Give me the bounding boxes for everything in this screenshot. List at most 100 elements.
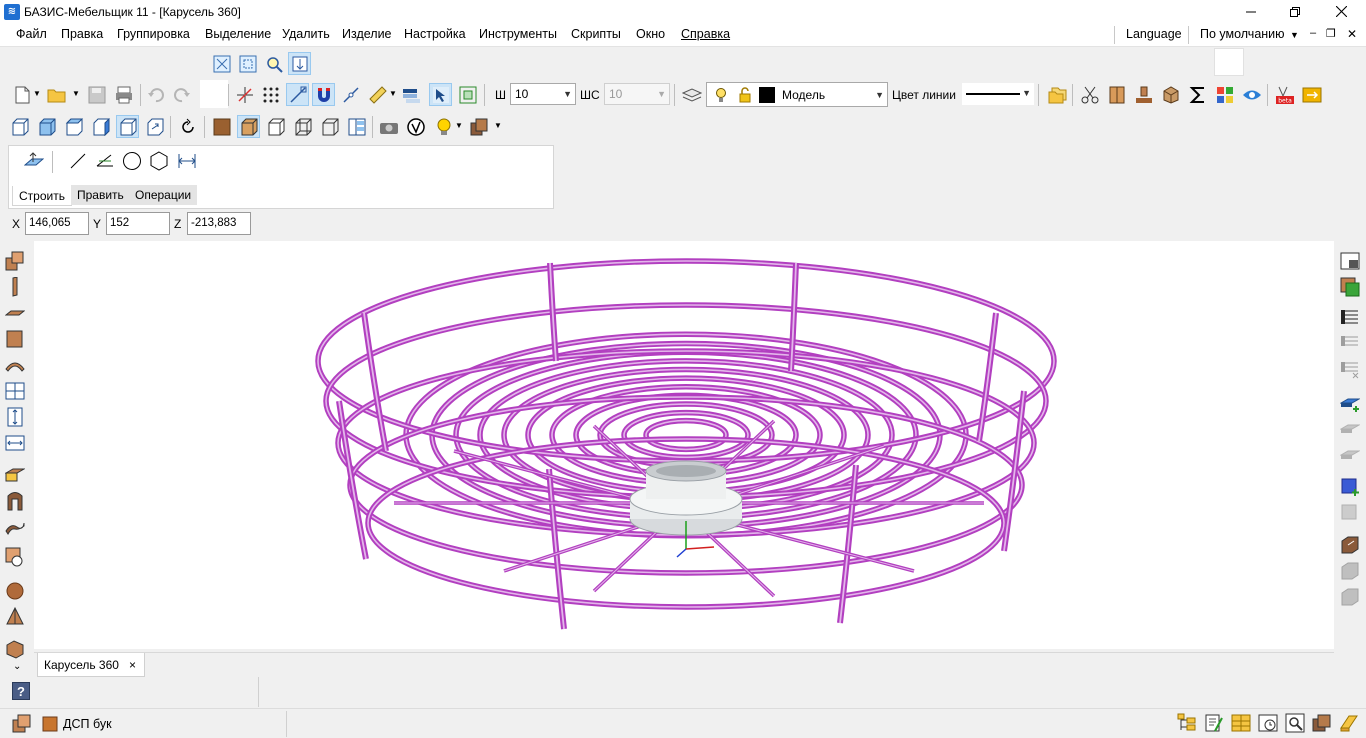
menu-edit[interactable]: Правка: [61, 27, 103, 41]
report-clock-icon[interactable]: [1257, 712, 1279, 734]
tab-close-icon[interactable]: ×: [129, 658, 136, 672]
materials-group-icon[interactable]: [467, 115, 490, 138]
ruler-dropdown-icon[interactable]: ▼: [389, 89, 397, 98]
materials-dropdown-icon[interactable]: ▼: [494, 121, 502, 130]
fastener-icon[interactable]: [1338, 305, 1362, 329]
close-button[interactable]: [1318, 0, 1364, 23]
menu-select[interactable]: Выделение: [205, 27, 271, 41]
layers-view-icon[interactable]: [399, 83, 422, 106]
profile-dropdown-icon[interactable]: ▼: [1290, 30, 1299, 40]
materials-icon[interactable]: [1213, 83, 1236, 106]
facing-remove-icon[interactable]: [1338, 501, 1362, 525]
tab-document[interactable]: Карусель 360 ×: [37, 653, 145, 677]
language-menu[interactable]: Language: [1126, 27, 1182, 41]
undo-icon[interactable]: [144, 83, 167, 106]
spec-edit-icon[interactable]: [1203, 712, 1225, 734]
menu-product[interactable]: Изделие: [342, 27, 392, 41]
edge-band-add-icon[interactable]: [1338, 391, 1362, 415]
restore-button[interactable]: [1272, 0, 1318, 23]
3d-viewport[interactable]: [34, 241, 1334, 649]
view-iso-icon[interactable]: [116, 115, 139, 138]
menu-tools[interactable]: Инструменты: [479, 27, 557, 41]
model-components-icon[interactable]: [1311, 712, 1333, 734]
new-dropdown-icon[interactable]: ▼: [33, 89, 41, 98]
snap-axes-icon[interactable]: [233, 83, 256, 106]
facing-add-icon[interactable]: [1338, 475, 1362, 499]
view-custom-icon[interactable]: [143, 115, 166, 138]
menu-window[interactable]: Окно: [636, 27, 665, 41]
y-coordinate-field[interactable]: 152: [106, 212, 170, 235]
lightbulb-icon[interactable]: [715, 87, 727, 106]
body-tool-icon[interactable]: [3, 637, 27, 661]
snap-line-icon[interactable]: [286, 83, 309, 106]
zoom-magnifier-icon[interactable]: [262, 52, 285, 75]
vertical-panel-icon[interactable]: [3, 275, 27, 299]
angle-line-tool-icon[interactable]: [93, 149, 116, 172]
curved-panel-icon[interactable]: [3, 353, 27, 377]
edge-band-edit-icon[interactable]: [1338, 417, 1362, 441]
menu-file[interactable]: Файл: [16, 27, 47, 41]
line-tool-icon[interactable]: [66, 149, 89, 172]
pan-icon[interactable]: [288, 52, 311, 75]
material-library-icon[interactable]: [12, 714, 32, 737]
check-icon[interactable]: [404, 115, 427, 138]
new-file-icon[interactable]: [10, 83, 33, 106]
fastener-add-icon[interactable]: [1338, 331, 1362, 355]
menu-scripts[interactable]: Скрипты: [571, 27, 621, 41]
edge-band-remove-icon[interactable]: [1338, 443, 1362, 467]
layer-select[interactable]: Модель ▼: [706, 82, 888, 107]
ruler-icon[interactable]: [366, 83, 389, 106]
help-icon[interactable]: ?: [12, 682, 30, 700]
zoom-window-icon[interactable]: [236, 52, 259, 75]
bent-panel-icon[interactable]: [3, 515, 27, 539]
notes-icon[interactable]: [1338, 712, 1360, 734]
vertical-divider-icon[interactable]: [3, 405, 27, 429]
sum-icon[interactable]: [1186, 83, 1209, 106]
menu-group[interactable]: Группировка: [117, 27, 190, 41]
minimize-button[interactable]: [1228, 0, 1274, 23]
more-tools-icon[interactable]: ⌄: [13, 661, 21, 672]
view-front-icon[interactable]: [8, 115, 31, 138]
drill-icon[interactable]: [1132, 83, 1155, 106]
add-to-library-icon[interactable]: [1338, 275, 1362, 299]
line-style-select[interactable]: ▼: [962, 83, 1034, 105]
pyramid-tool-icon[interactable]: [3, 605, 27, 629]
magnet-icon[interactable]: [312, 83, 335, 106]
tab-edit[interactable]: Править: [71, 185, 130, 205]
view-right-icon[interactable]: [89, 115, 112, 138]
menu-settings[interactable]: Настройка: [404, 27, 466, 41]
groove-edit-icon[interactable]: [1338, 559, 1362, 583]
render-wire2-icon[interactable]: [318, 115, 341, 138]
properties-panel-icon[interactable]: [1338, 249, 1362, 273]
folders-icon[interactable]: [1046, 83, 1069, 106]
profile-menu[interactable]: По умолчанию: [1200, 27, 1285, 41]
tree-view-icon[interactable]: [1176, 712, 1198, 734]
width-step-field[interactable]: 10 ▼: [604, 83, 670, 105]
polygon-tool-icon[interactable]: [147, 149, 170, 172]
box-icon[interactable]: [1159, 83, 1182, 106]
menu-help[interactable]: Справка: [681, 27, 730, 41]
groove-remove-icon[interactable]: [1338, 585, 1362, 609]
fastener-remove-icon[interactable]: [1338, 357, 1362, 381]
grid-snap-icon[interactable]: [259, 83, 282, 106]
export-icon[interactable]: [1300, 83, 1323, 106]
plane-tool-icon[interactable]: [22, 149, 45, 172]
light-icon[interactable]: [432, 115, 455, 138]
panel-tool-icon[interactable]: [3, 249, 27, 273]
view-top-icon[interactable]: [62, 115, 85, 138]
door-tool-icon[interactable]: [3, 489, 27, 513]
open-folder-icon[interactable]: [45, 83, 68, 106]
mdi-minimize-icon[interactable]: –: [1310, 27, 1316, 39]
render-texture-icon[interactable]: [210, 115, 233, 138]
render-hidden-icon[interactable]: [264, 115, 287, 138]
rotate-icon[interactable]: [176, 115, 199, 138]
open-dropdown-icon[interactable]: ▼: [72, 89, 80, 98]
segment-snap-icon[interactable]: [339, 83, 362, 106]
sphere-tool-icon[interactable]: [3, 579, 27, 603]
light-dropdown-icon[interactable]: ▼: [455, 121, 463, 130]
horizontal-panel-icon[interactable]: [3, 301, 27, 325]
mdi-close-icon[interactable]: ✕: [1347, 27, 1357, 41]
lock-icon[interactable]: [739, 87, 751, 106]
render-shaded-icon[interactable]: [237, 115, 260, 138]
beta-tool-icon[interactable]: beta: [1273, 83, 1296, 106]
